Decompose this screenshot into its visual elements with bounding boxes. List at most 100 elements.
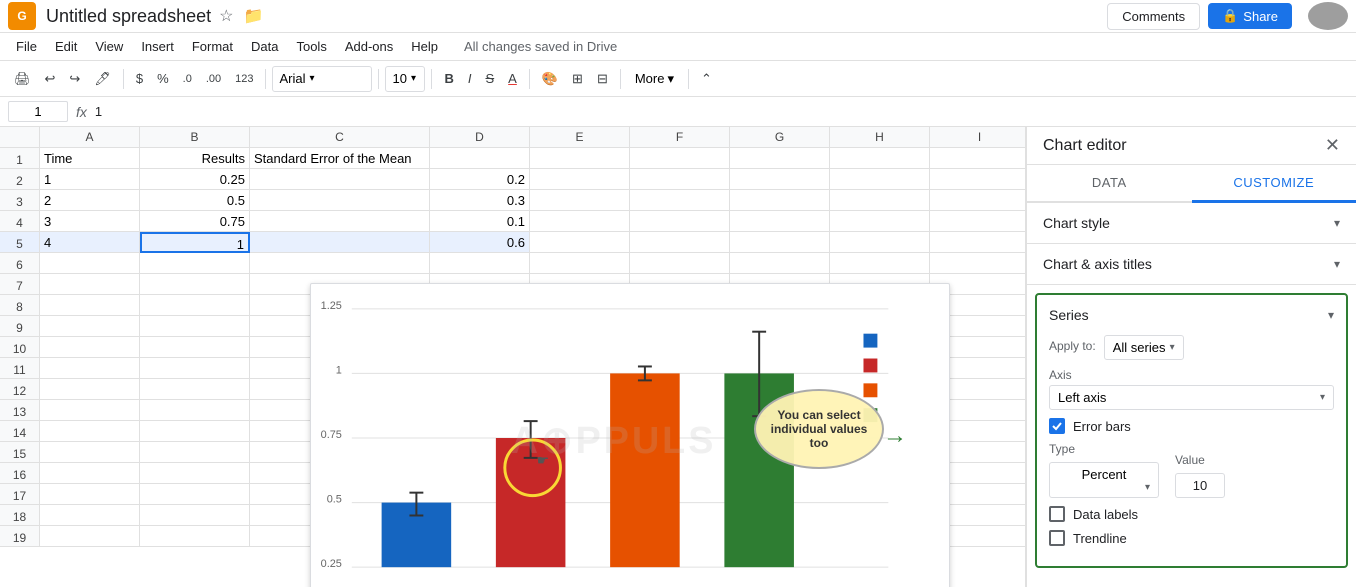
document-title[interactable]: Untitled spreadsheet [46,6,211,27]
cell-i2[interactable] [930,169,1025,190]
bold-button[interactable]: B [438,68,459,89]
redo-button[interactable]: ↪ [63,68,86,90]
undo-button[interactable]: ↩ [39,68,62,90]
axis-dropdown[interactable]: Left axis ▾ [1049,385,1334,410]
comments-button[interactable]: Comments [1107,3,1200,30]
menu-tools[interactable]: Tools [288,36,334,57]
merge-cells-button[interactable]: ⊟ [591,68,614,90]
cell-e1[interactable] [530,148,630,169]
font-size-selector[interactable]: 10 ▾ [385,66,425,92]
cell-c5[interactable] [250,232,430,253]
cell-g3[interactable] [730,190,830,211]
text-color-button[interactable]: A [502,68,523,89]
menu-data[interactable]: Data [243,36,286,57]
cell-reference-input[interactable]: 1 [8,101,68,122]
cell-e2[interactable] [530,169,630,190]
cell-a1[interactable]: Time [40,148,140,169]
tab-customize[interactable]: CUSTOMIZE [1192,165,1356,203]
folder-icon[interactable]: 📁 [243,6,263,26]
collapse-toolbar-button[interactable]: ⌃ [695,68,718,90]
col-header-f[interactable]: F [630,127,730,147]
apply-to-dropdown[interactable]: All series ▾ [1104,335,1184,360]
chart-axis-titles-section-header[interactable]: Chart & axis titles ▾ [1027,244,1356,285]
cell-h2[interactable] [830,169,930,190]
star-icon[interactable]: ☆ [219,6,233,26]
percent-button[interactable]: % [151,68,175,89]
cell-h3[interactable] [830,190,930,211]
cell-g4[interactable] [730,211,830,232]
col-header-a[interactable]: A [40,127,140,147]
cell-c2[interactable] [250,169,430,190]
col-header-h[interactable]: H [830,127,930,147]
error-bars-checkbox[interactable] [1049,418,1065,434]
chart-style-section-header[interactable]: Chart style ▾ [1027,203,1356,244]
decimal-increase-button[interactable]: .00 [200,70,227,88]
menu-addons[interactable]: Add-ons [337,36,401,57]
format-as-number-button[interactable]: 123 [229,70,259,88]
cell-f1[interactable] [630,148,730,169]
cell-c3[interactable] [250,190,430,211]
cell-d4[interactable]: 0.1 [430,211,530,232]
currency-button[interactable]: $ [130,68,149,89]
cell-g1[interactable] [730,148,830,169]
editor-close-button[interactable]: ✕ [1325,135,1340,156]
menu-insert[interactable]: Insert [133,36,182,57]
cell-h5[interactable] [830,232,930,253]
cell-b3[interactable]: 0.5 [140,190,250,211]
menu-help[interactable]: Help [403,36,446,57]
user-avatar[interactable] [1308,2,1348,30]
share-button[interactable]: 🔒 Share [1208,3,1292,29]
cell-a5[interactable]: 4 [40,232,140,253]
cell-e4[interactable] [530,211,630,232]
cell-e5[interactable] [530,232,630,253]
cell-i3[interactable] [930,190,1025,211]
cell-f5[interactable] [630,232,730,253]
col-header-b[interactable]: B [140,127,250,147]
value-input[interactable]: 10 [1175,473,1225,498]
col-header-e[interactable]: E [530,127,630,147]
cell-f3[interactable] [630,190,730,211]
cell-c4[interactable] [250,211,430,232]
cell-e3[interactable] [530,190,630,211]
menu-format[interactable]: Format [184,36,241,57]
col-header-g[interactable]: G [730,127,830,147]
cell-f4[interactable] [630,211,730,232]
col-header-c[interactable]: C [250,127,430,147]
cell-d3[interactable]: 0.3 [430,190,530,211]
cell-b4[interactable]: 0.75 [140,211,250,232]
cell-b5[interactable]: 1 [140,232,250,253]
font-selector[interactable]: Arial ▾ [272,66,372,92]
strikethrough-button[interactable]: S [480,68,501,89]
tab-data[interactable]: DATA [1027,165,1192,201]
cell-h1[interactable] [830,148,930,169]
italic-button[interactable]: I [462,68,478,89]
cell-f2[interactable] [630,169,730,190]
print-button[interactable]: 🖨 [8,68,37,90]
menu-edit[interactable]: Edit [47,36,85,57]
menu-view[interactable]: View [87,36,131,57]
cell-d1[interactable] [430,148,530,169]
cell-a2[interactable]: 1 [40,169,140,190]
cell-d5[interactable]: 0.6 [430,232,530,253]
type-dropdown[interactable]: Percent ▾ [1049,462,1159,498]
data-labels-checkbox[interactable] [1049,506,1065,522]
cell-i4[interactable] [930,211,1025,232]
paint-format-button[interactable]: 🖊 [88,68,117,90]
cell-b1[interactable]: Results [140,148,250,169]
cell-c1[interactable]: Standard Error of the Mean [250,148,430,169]
col-header-d[interactable]: D [430,127,530,147]
cell-g5[interactable] [730,232,830,253]
cell-a4[interactable]: 3 [40,211,140,232]
formula-input[interactable] [95,104,1348,119]
cell-a3[interactable]: 2 [40,190,140,211]
cell-i1[interactable] [930,148,1025,169]
menu-file[interactable]: File [8,36,45,57]
cell-h4[interactable] [830,211,930,232]
trendline-checkbox[interactable] [1049,530,1065,546]
more-button[interactable]: More ▾ [627,68,682,90]
cell-i5[interactable] [930,232,1025,253]
border-button[interactable]: ⊞ [566,68,589,90]
cell-g2[interactable] [730,169,830,190]
col-header-i[interactable]: I [930,127,1026,147]
cell-d2[interactable]: 0.2 [430,169,530,190]
